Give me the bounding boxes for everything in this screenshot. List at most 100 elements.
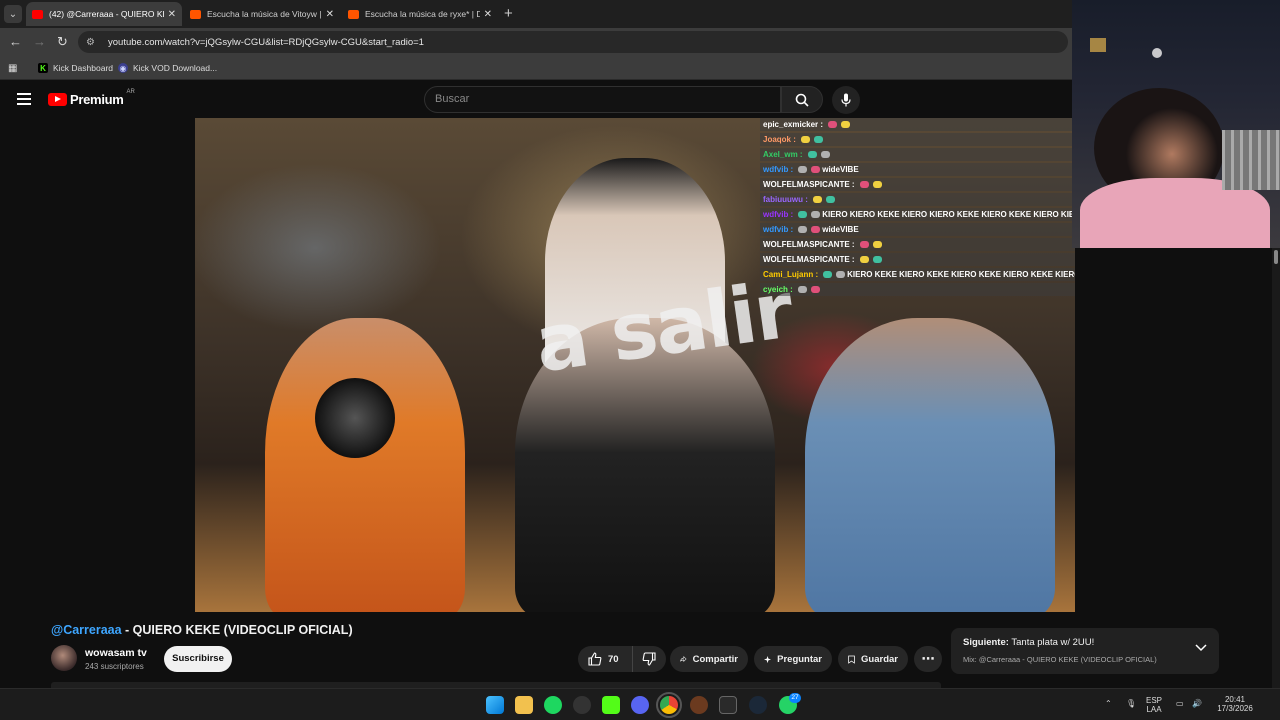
chat-username: wdfvib : (763, 165, 794, 174)
chat-username: WOLFELMASPICANTE : (763, 240, 855, 249)
tab-soundcloud-1[interactable]: Escucha la música de Vitoyw | D ✕ (184, 2, 340, 26)
chrome-icon[interactable] (656, 692, 682, 718)
tab-youtube[interactable]: (42) @Carreraaa - QUIERO KEKE (VIDEOCLIP… (26, 2, 182, 26)
back-arrow-icon[interactable]: ← (9, 33, 22, 51)
browser-toolbar: ← → ↻ ⚙ youtube.com/watch?v=jQGsylw-CGU&… (0, 28, 1072, 56)
dislike-button[interactable] (632, 646, 666, 672)
thumbs-down-icon (642, 652, 656, 666)
chat-username: WOLFELMASPICANTE : (763, 255, 855, 264)
chat-emote-icon (810, 286, 820, 294)
epic-games-icon[interactable] (719, 696, 737, 714)
youtube-premium-logo[interactable]: Premium AR (48, 89, 135, 107)
chat-emote-icon (798, 226, 808, 234)
chat-text: wideVIBE (822, 165, 859, 174)
chat-emote-icon (859, 241, 869, 249)
steam-icon[interactable] (749, 696, 767, 714)
chat-username: Joaqok : (763, 135, 796, 144)
video-player[interactable]: a salir epic_exmicker : Joaqok : Axel_wm :… (195, 118, 1075, 612)
keyboard-layout: LAA (1146, 705, 1162, 714)
subscribe-button[interactable]: Suscribirse (164, 646, 232, 672)
close-tab-icon[interactable]: ✕ (168, 9, 176, 20)
apps-grid-icon[interactable]: ▦ (8, 60, 17, 76)
forward-arrow-icon[interactable]: → (33, 33, 46, 51)
tab-title: (42) @Carreraaa - QUIERO KEKE (VIDEOCLIP… (49, 9, 164, 19)
chat-emote-icon (820, 151, 830, 159)
save-label: Guardar (861, 653, 898, 665)
tab-title: Escucha la música de Vitoyw | D (207, 9, 322, 19)
tab-search-button[interactable]: ⌄ (4, 5, 22, 23)
menu-icon[interactable] (17, 93, 31, 105)
chat-emote-icon (807, 151, 817, 159)
volume-icon[interactable]: 🔊 (1192, 699, 1202, 708)
game-launcher-icon[interactable] (690, 696, 708, 714)
chat-username: cyeich : (763, 285, 793, 294)
more-actions-button[interactable]: ⋯ (914, 646, 942, 672)
new-tab-button[interactable]: + (504, 5, 513, 23)
windows-start-icon[interactable] (486, 696, 504, 714)
tray-microphone-icon[interactable]: 🎙 (1126, 699, 1136, 708)
up-next-title: Siguiente: Tanta plata w/ 2UU! (963, 637, 1095, 648)
chat-message: wdfvib : wideVIBE (760, 163, 1075, 176)
channel-avatar[interactable] (51, 645, 77, 671)
file-explorer-icon[interactable] (515, 696, 533, 714)
thumbs-up-icon (588, 652, 602, 666)
chat-emote-icon (872, 241, 882, 249)
title-text: - QUIERO KEKE (VIDEOCLIP OFICIAL) (121, 623, 353, 637)
site-info-icon[interactable]: ⚙ (86, 37, 100, 48)
reload-icon[interactable]: ↻ (57, 33, 68, 51)
chat-text: KIERO KEKE KIERO KEKE KIERO KEKE KIERO K… (847, 270, 1075, 279)
voice-search-button[interactable] (832, 86, 860, 114)
search-button[interactable] (781, 86, 823, 113)
chat-message: wdfvib : wideVIBE (760, 223, 1075, 236)
chat-emote-icon (872, 256, 882, 264)
chat-message: cyeich : (760, 283, 1075, 296)
chat-username: Cami_Lujann : (763, 270, 819, 279)
chat-emote-icon (811, 226, 821, 234)
chat-message: Axel_wm : (760, 148, 1075, 161)
chevron-down-icon[interactable] (1195, 642, 1207, 652)
kick-icon: K (38, 63, 48, 73)
tab-title: Escucha la música de ryxe* | D (365, 9, 480, 19)
scrollbar-thumb[interactable] (1274, 250, 1278, 264)
spotify-icon[interactable] (544, 696, 562, 714)
chat-emote-icon (823, 271, 833, 279)
chat-message: WOLFELMASPICANTE : (760, 178, 1075, 191)
network-icon[interactable]: ▭ (1176, 699, 1184, 708)
up-next-mix: Mix: @Carreraaa - QUIERO KEKE (VIDEOCLIP… (963, 655, 1157, 664)
kick-app-icon[interactable] (602, 696, 620, 714)
whatsapp-badge: 27 (789, 693, 801, 703)
close-tab-icon[interactable]: ✕ (484, 9, 492, 20)
like-button[interactable]: 70 (578, 646, 632, 672)
bookmark-kick-dashboard[interactable]: K Kick Dashboard (38, 60, 113, 76)
youtube-favicon-icon (32, 9, 43, 19)
close-tab-icon[interactable]: ✕ (326, 9, 334, 20)
chat-username: wdfvib : (763, 225, 794, 234)
language-indicator[interactable]: ESP LAA (1146, 696, 1162, 714)
app-icon[interactable] (573, 696, 591, 714)
page-scrollbar[interactable] (1272, 248, 1280, 688)
ask-button[interactable]: Preguntar (754, 646, 832, 672)
chat-username: epic_exmicker : (763, 120, 824, 129)
chat-text: KIERO KIERO KEKE KIERO KIERO KEKE KIERO … (822, 210, 1075, 219)
window-light (1090, 38, 1106, 52)
tray-chevron-up-icon[interactable]: ⌃ (1105, 699, 1112, 708)
watch-metadata: @Carreraaa - QUIERO KEKE (VIDEOCLIP OFIC… (0, 612, 1280, 688)
channel-name[interactable]: wowasam tv (85, 647, 147, 659)
address-bar[interactable]: ⚙ youtube.com/watch?v=jQGsylw-CGU&list=R… (78, 31, 1068, 53)
clock[interactable]: 20:41 17/3/2026 (1210, 695, 1260, 713)
tab-soundcloud-2[interactable]: Escucha la música de ryxe* | D ✕ (342, 2, 498, 26)
share-button[interactable]: Compartir (670, 646, 748, 672)
up-next-card[interactable]: Siguiente: Tanta plata w/ 2UU! Mix: @Car… (951, 628, 1219, 674)
clock-date: 17/3/2026 (1217, 704, 1253, 713)
chat-emote-icon (859, 181, 869, 189)
discord-icon[interactable] (631, 696, 649, 714)
bookmark-kick-vod[interactable]: ◉ Kick VOD Download... (118, 60, 217, 76)
chat-emote-icon (841, 121, 851, 129)
title-mention-link[interactable]: @Carreraaa (51, 623, 122, 637)
search-input[interactable]: Buscar (424, 86, 781, 113)
youtube-play-icon (48, 93, 67, 106)
sparkle-icon (764, 655, 772, 663)
chat-emote-icon (812, 196, 822, 204)
save-button[interactable]: Guardar (838, 646, 908, 672)
windows-taskbar: 27 ⌃ 🎙 ESP LAA ▭ 🔊 20:41 17/3/2026 (0, 688, 1280, 720)
